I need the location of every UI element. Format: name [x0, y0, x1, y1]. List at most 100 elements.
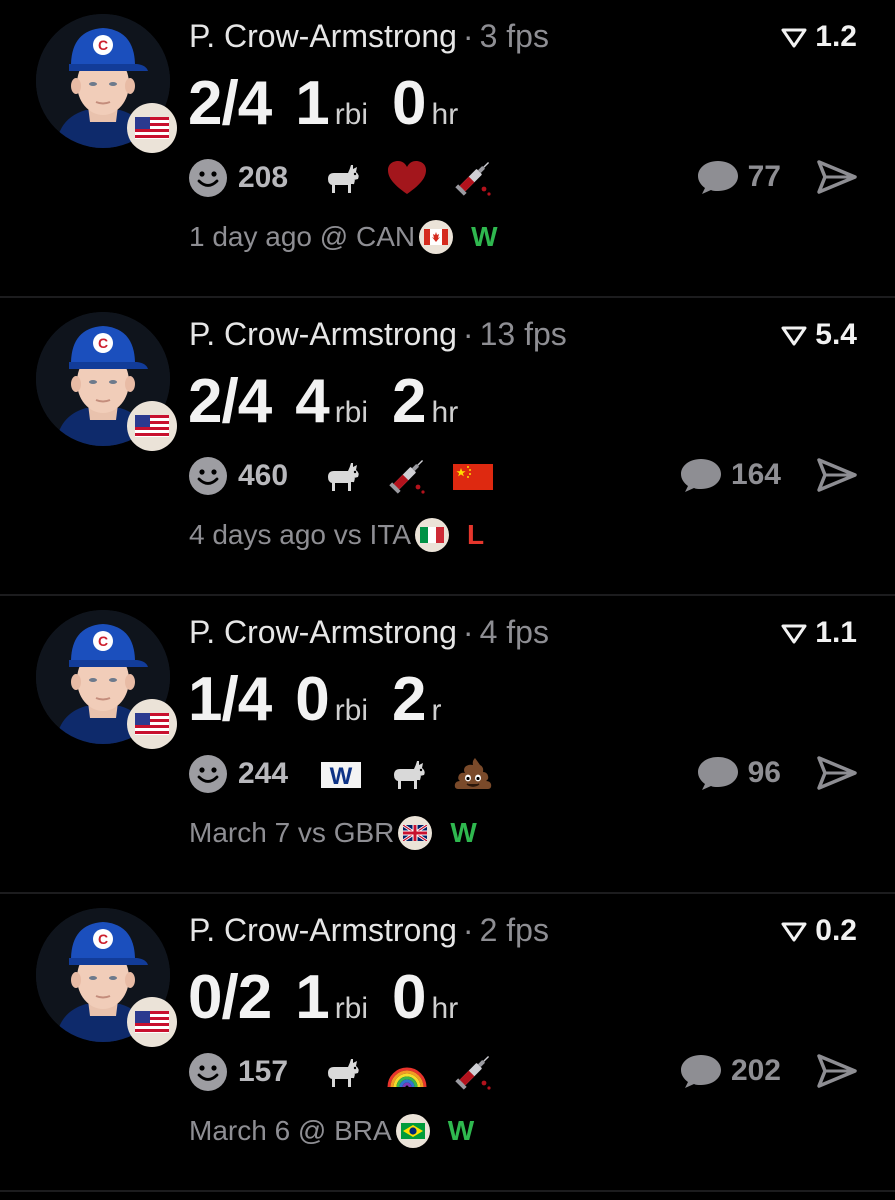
post-header: P. Crow-Armstrong · 13 fps: [189, 316, 567, 353]
post-card[interactable]: C P. Crow-Armstrong · 3 fps 1.2 2/4 1 rb…: [0, 0, 895, 298]
send-icon: [817, 160, 857, 194]
separator-dot: ·: [462, 316, 474, 352]
arrow-down-icon: [781, 624, 807, 644]
w-flag-icon[interactable]: W: [318, 754, 364, 794]
opponent-flag: [415, 518, 450, 552]
stat-unit: rbi: [334, 992, 369, 1025]
rainbow-icon[interactable]: [384, 1052, 430, 1092]
send-icon: [817, 756, 857, 790]
reactions[interactable]: 208: [188, 156, 516, 200]
arrow-down-icon: [781, 28, 807, 48]
reactions[interactable]: 460: [188, 454, 516, 498]
stat-item: 4 rbi: [295, 366, 368, 437]
post-card[interactable]: C P. Crow-Armstrong · 2 fps 0.2 0/2 1 rb…: [0, 894, 895, 1192]
stat-unit: hr: [431, 396, 459, 429]
comment-bubble-icon: [680, 459, 721, 492]
reaction-summary[interactable]: 157: [188, 1052, 288, 1092]
post-card[interactable]: C P. Crow-Armstrong · 13 fps 5.4 2/4 4 r…: [0, 298, 895, 596]
italy-flag-icon: [420, 527, 445, 543]
smile-icon: [189, 755, 227, 793]
post-header: P. Crow-Armstrong · 2 fps: [189, 912, 549, 949]
goat-icon[interactable]: [384, 754, 430, 794]
syringe-icon[interactable]: [384, 456, 430, 496]
reaction-summary[interactable]: 208: [188, 158, 288, 198]
stat-value: 2/4: [188, 367, 272, 436]
comments-button[interactable]: 202: [679, 1052, 781, 1090]
china-flag-icon[interactable]: [450, 456, 496, 496]
game-date-opponent: March 7 vs GBR: [189, 817, 395, 848]
fps-count: 4 fps: [479, 614, 549, 650]
reaction-summary[interactable]: 460: [188, 456, 288, 496]
poop-icon[interactable]: [450, 754, 496, 794]
separator-dot: ·: [462, 912, 474, 948]
score-value: 5.4: [815, 318, 857, 351]
goat-icon[interactable]: [318, 456, 364, 496]
fantasy-score[interactable]: 5.4: [781, 318, 857, 352]
stat-value: 1: [295, 69, 329, 138]
usa-flag-icon: [135, 117, 169, 139]
reactions[interactable]: 244 W: [188, 752, 516, 796]
game-result: W: [447, 1115, 475, 1146]
share-button[interactable]: [815, 1052, 859, 1090]
arrow-down-icon: [781, 326, 807, 346]
stat-value: 0/2: [188, 963, 272, 1032]
separator-dot: ·: [462, 614, 474, 650]
stat-item: 0 hr: [392, 962, 458, 1033]
player-name[interactable]: P. Crow-Armstrong: [189, 912, 457, 948]
stat-unit: hr: [431, 98, 459, 131]
player-name[interactable]: P. Crow-Armstrong: [189, 316, 457, 352]
stat-unit: hr: [431, 992, 459, 1025]
stat-value: 4: [295, 367, 329, 436]
stat-item: 2r: [392, 664, 441, 735]
goat-icon[interactable]: [318, 1052, 364, 1092]
player-name[interactable]: P. Crow-Armstrong: [189, 614, 457, 650]
comments-button[interactable]: 164: [679, 456, 781, 494]
game-result: W: [450, 817, 477, 848]
stat-unit: rbi: [334, 396, 369, 429]
reactions[interactable]: 157: [188, 1050, 516, 1094]
stat-item: 1/4: [188, 664, 272, 735]
usa-flag-badge: [127, 103, 177, 153]
stat-unit: rbi: [334, 98, 369, 131]
separator-dot: ·: [462, 18, 474, 54]
uk-flag-icon: [403, 825, 428, 841]
smile-icon: [189, 1053, 227, 1091]
usa-flag-badge: [127, 997, 177, 1047]
fantasy-score[interactable]: 1.1: [781, 616, 857, 650]
heart-icon[interactable]: [384, 158, 430, 198]
syringe-icon[interactable]: [450, 158, 496, 198]
share-button[interactable]: [815, 754, 859, 792]
fantasy-score[interactable]: 0.2: [781, 914, 857, 948]
comments-button[interactable]: 77: [696, 158, 781, 196]
game-info[interactable]: 4 days ago vs ITA L: [189, 518, 484, 552]
brazil-flag-icon: [400, 1123, 425, 1139]
game-info[interactable]: 1 day ago @ CAN W: [189, 220, 498, 254]
post-card[interactable]: C P. Crow-Armstrong · 4 fps 1.1 1/4 0 rb…: [0, 596, 895, 894]
game-info[interactable]: March 7 vs GBR W: [189, 816, 477, 850]
fps-count: 13 fps: [479, 316, 567, 352]
syringe-icon[interactable]: [450, 1052, 496, 1092]
score-value: 1.2: [815, 20, 857, 53]
fantasy-score[interactable]: 1.2: [781, 20, 857, 54]
stat-item: 1 rbi: [295, 962, 368, 1033]
goat-icon[interactable]: [318, 158, 364, 198]
share-button[interactable]: [815, 456, 859, 494]
share-button[interactable]: [815, 158, 859, 196]
comments-button[interactable]: 96: [696, 754, 781, 792]
post-header: P. Crow-Armstrong · 3 fps: [189, 18, 549, 55]
reaction-summary[interactable]: 244: [188, 754, 288, 794]
reaction-count: 244: [238, 757, 289, 790]
game-date-opponent: March 6 @ BRA: [189, 1115, 392, 1146]
game-info[interactable]: March 6 @ BRA W: [189, 1114, 474, 1148]
stat-line: 0/2 1 rbi 0 hr: [188, 962, 482, 1033]
game-result: W: [471, 221, 498, 252]
player-name[interactable]: P. Crow-Armstrong: [189, 18, 457, 54]
usa-flag-badge: [127, 401, 177, 451]
stat-item: 2/4: [188, 366, 272, 437]
post-header: P. Crow-Armstrong · 4 fps: [189, 614, 549, 651]
game-result: L: [467, 519, 485, 550]
score-value: 1.1: [815, 616, 857, 649]
stat-value: 0: [392, 69, 426, 138]
opponent-flag: [398, 816, 433, 850]
stat-item: 0 hr: [392, 68, 458, 139]
